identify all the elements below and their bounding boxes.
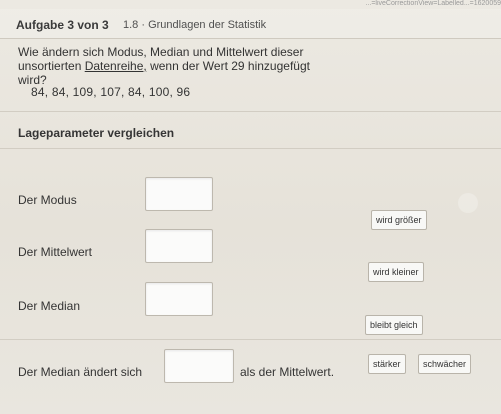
section-heading: Lageparameter vergleichen <box>18 126 175 140</box>
exercise-header: Aufgabe 3 von 3 1.8 · Grundlagen der Sta… <box>0 9 501 39</box>
data-series: 84, 84, 109, 107, 84, 100, 96 <box>31 85 191 99</box>
choice-wird-groesser[interactable]: wird größer <box>371 210 427 230</box>
section-divider <box>0 148 501 149</box>
choice-bleibt-gleich[interactable]: bleibt gleich <box>365 315 423 335</box>
dropzone-median[interactable] <box>145 282 213 316</box>
task-number: Aufgabe 3 von 3 <box>16 18 109 32</box>
row-label-mittelwert: Der Mittelwert <box>18 245 93 259</box>
section-divider <box>0 111 501 112</box>
task-topic: 1.8 · Grundlagen der Statistik <box>123 19 267 31</box>
final-sentence-end: als der Mittelwert. <box>240 365 335 379</box>
choice-wird-kleiner[interactable]: wird kleiner <box>368 262 424 282</box>
datenreihe-link[interactable]: Datenreihe, <box>85 59 147 73</box>
page-edge-highlight <box>458 193 478 213</box>
row-label-modus: Der Modus <box>18 193 77 207</box>
choice-schwaecher[interactable]: schwächer <box>418 354 472 374</box>
dropzone-final[interactable] <box>164 349 234 383</box>
question-text: Wie ändern sich Modus, Median und Mittel… <box>18 45 318 87</box>
final-sentence-start: Der Median ändert sich <box>18 365 143 379</box>
section-divider <box>0 339 501 340</box>
dropzone-modus[interactable] <box>145 177 213 211</box>
row-label-median: Der Median <box>18 299 81 313</box>
choice-staerker[interactable]: stärker <box>368 354 406 374</box>
dropzone-mittelwert[interactable] <box>145 229 213 263</box>
exercise-page: ...=liveCorrectionView=Labelled...=16200… <box>0 0 501 414</box>
